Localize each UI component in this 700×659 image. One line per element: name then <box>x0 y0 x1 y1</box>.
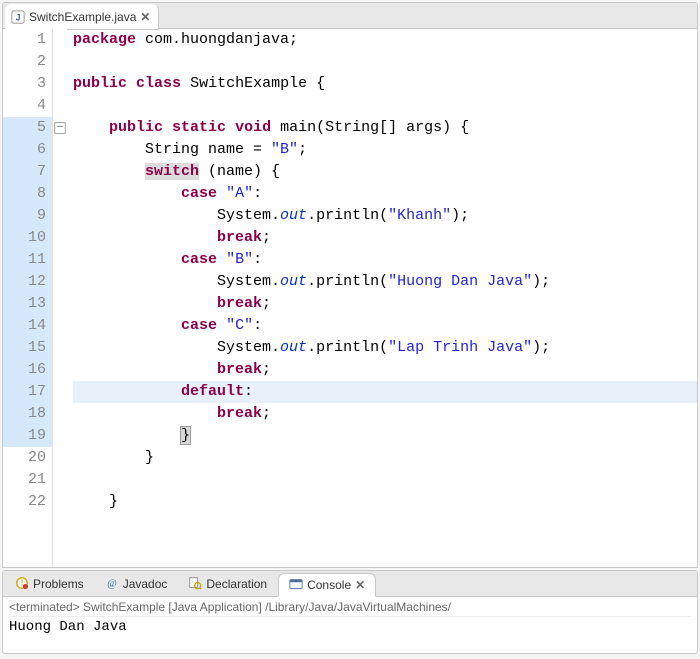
svg-text:J: J <box>16 12 21 22</box>
view-tab-label: Problems <box>33 577 84 591</box>
editor-tab-label: SwitchExample.java <box>29 10 136 24</box>
view-tab-problems[interactable]: ! Problems <box>5 572 95 596</box>
code-content[interactable]: package com.huongdanjava; public class S… <box>67 29 697 567</box>
view-tab-label: Declaration <box>206 577 267 591</box>
close-tab-icon[interactable]: ✕ <box>140 10 150 24</box>
code-editor[interactable]: 12345678910111213141516171819202122 − pa… <box>3 29 697 567</box>
bottom-views-panel: ! Problems @ Javadoc Declaration Console ✕ <te… <box>2 570 698 654</box>
folding-marker-column: − <box>53 29 67 567</box>
console-body: <terminated> SwitchExample [Java Applica… <box>3 597 697 653</box>
editor-pane: J SwitchExample.java ✕ 12345678910111213… <box>2 2 698 568</box>
view-tab-label: Console <box>307 578 351 592</box>
console-status: <terminated> SwitchExample [Java Applica… <box>9 599 691 617</box>
fold-toggle-icon[interactable]: − <box>54 122 66 134</box>
javadoc-icon: @ <box>105 576 119 593</box>
view-tab-declaration[interactable]: Declaration <box>178 572 278 596</box>
views-tab-bar: ! Problems @ Javadoc Declaration Console ✕ <box>3 571 697 597</box>
view-tab-label: Javadoc <box>123 577 168 591</box>
console-icon <box>289 577 303 594</box>
declaration-icon <box>188 576 202 593</box>
console-output: Huong Dan Java <box>9 617 691 635</box>
problems-icon: ! <box>15 576 29 593</box>
java-file-icon: J <box>11 10 25 24</box>
view-tab-console[interactable]: Console ✕ <box>278 573 376 597</box>
editor-tab[interactable]: J SwitchExample.java ✕ <box>5 4 159 30</box>
view-tab-javadoc[interactable]: @ Javadoc <box>95 572 179 596</box>
editor-tab-bar: J SwitchExample.java ✕ <box>3 3 697 29</box>
svg-text:@: @ <box>107 578 117 589</box>
close-view-icon[interactable]: ✕ <box>355 578 365 592</box>
line-number-gutter: 12345678910111213141516171819202122 <box>3 29 53 567</box>
